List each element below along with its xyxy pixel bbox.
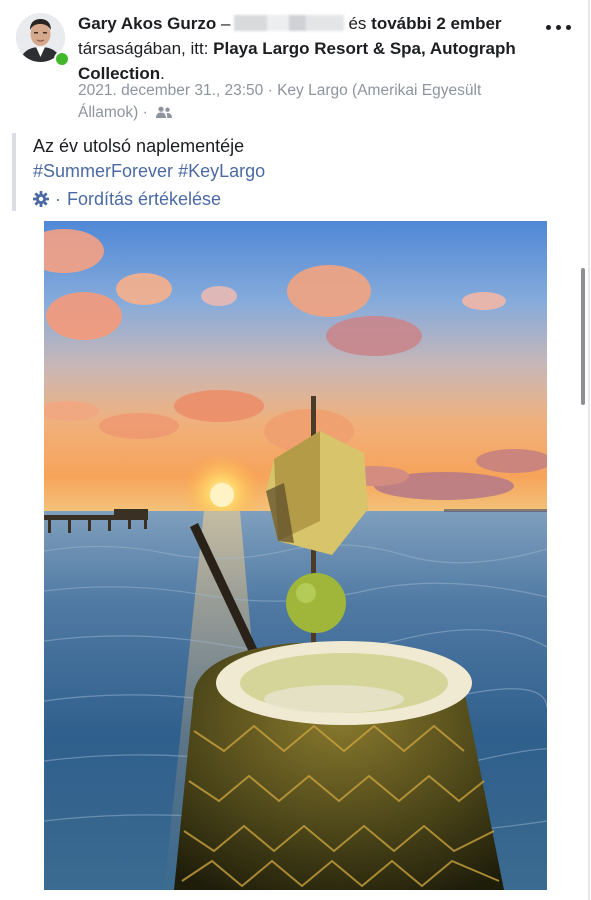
with-text: társaságában, itt:: [78, 39, 209, 58]
hashtag-keylargo[interactable]: #KeyLargo: [178, 161, 265, 181]
scrollbar-thumb[interactable]: [581, 268, 585, 405]
hashtag-summerforever[interactable]: #SummerForever: [33, 161, 173, 181]
author-name-link[interactable]: Gary Akos Gurzo: [78, 14, 216, 33]
post-text: Az év utolsó naplementéje: [33, 136, 245, 156]
translate-separator: ·: [55, 189, 61, 209]
meta-separator: ·: [267, 82, 273, 99]
blurred-tagged-name: [234, 15, 345, 31]
timestamp-link[interactable]: 2021. december 31., 23:50: [78, 82, 263, 99]
online-status-indicator: [54, 51, 70, 67]
friends-audience-icon[interactable]: [156, 106, 173, 119]
sunset-pineapple-drink-image: [44, 221, 547, 890]
and-text: és: [348, 14, 367, 33]
quote-bar: [12, 133, 16, 211]
more-options-icon[interactable]: [546, 20, 578, 34]
dash: –: [220, 14, 231, 33]
others-link[interactable]: további 2 ember: [371, 14, 501, 33]
post-header: Gary Akos Gurzo – és további 2 ember társ…: [78, 11, 550, 86]
translation-rating: · Fordítás értékelése: [33, 186, 221, 212]
meta-separator-2: ·: [142, 104, 148, 121]
gear-icon[interactable]: [33, 191, 49, 207]
page-edge: [588, 0, 590, 900]
post-meta: 2021. december 31., 23:50 · Key Largo (A…: [78, 80, 538, 124]
hashtags: #SummerForever #KeyLargo: [33, 158, 265, 184]
post-photo[interactable]: [44, 221, 547, 890]
rate-translation-link[interactable]: Fordítás értékelése: [67, 186, 221, 212]
